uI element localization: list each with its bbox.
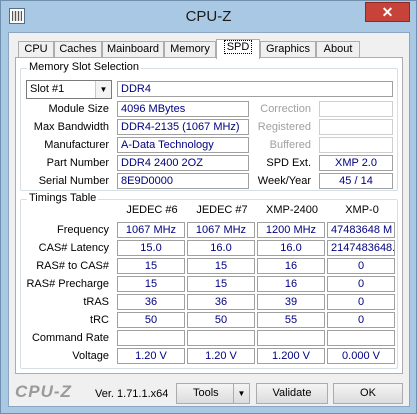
timings-column-header: XMP-2400 (266, 204, 318, 216)
tab-spd-label: SPD (223, 40, 253, 54)
cpu-z-window: CPU-Z ✕ CPU Caches Mainboard Memory SPD … (0, 0, 417, 414)
manufacturer-value: A-Data Technology (117, 137, 249, 153)
tab-about[interactable]: About (316, 41, 360, 58)
registered-label: Registered (257, 121, 311, 133)
timing-row-label: CAS# Latency (38, 242, 109, 254)
timing-cell: 16.0 (187, 240, 255, 256)
memory-type-value: DDR4 (117, 81, 393, 97)
timing-cell: 16 (257, 258, 325, 274)
timing-cell: 15 (187, 276, 255, 292)
timing-cell (327, 330, 395, 346)
spd-ext-label: SPD Ext. (266, 157, 311, 169)
max-bandwidth-value: DDR4-2135 (1067 MHz) (117, 119, 249, 135)
part-number-value: DDR4 2400 2OZ (117, 155, 249, 171)
max-bandwidth-label: Max Bandwidth (33, 121, 109, 133)
spd-panel: Memory Slot Selection Slot #1 ▼ DDR4 Mod… (15, 57, 403, 374)
timing-cell: 39 (257, 294, 325, 310)
module-size-value: 4096 MBytes (117, 101, 249, 117)
memory-slot-group-title: Memory Slot Selection (27, 61, 142, 73)
part-number-label: Part Number (46, 157, 109, 169)
timings-group: Timings Table JEDEC #6 JEDEC #7 XMP-2400 XM… (20, 192, 398, 369)
registered-value (319, 119, 393, 135)
validate-button[interactable]: Validate (256, 383, 328, 404)
correction-value (319, 101, 393, 117)
timing-row-label: RAS# Precharge (26, 278, 109, 290)
timing-cell: 0 (327, 258, 395, 274)
week-year-value: 45 / 14 (319, 173, 393, 189)
timing-cell: 50 (117, 312, 185, 328)
client-area: CPU Caches Mainboard Memory SPD Graphics… (8, 32, 410, 407)
close-button[interactable]: ✕ (365, 2, 410, 22)
serial-number-label: Serial Number (38, 175, 109, 187)
timing-cell: 15.0 (117, 240, 185, 256)
buffered-value (319, 137, 393, 153)
timing-cell: 16.0 (257, 240, 325, 256)
tab-graphics[interactable]: Graphics (260, 41, 316, 58)
timing-cell: 0 (327, 294, 395, 310)
timing-row-label: Command Rate (31, 332, 109, 344)
timing-row-label: tRAS (83, 296, 109, 308)
timing-cell: 1067 MHz (117, 222, 185, 238)
timing-cell: 47483648 M (327, 222, 395, 238)
timing-cell (117, 330, 185, 346)
slot-select[interactable]: Slot #1 ▼ (26, 80, 112, 99)
tab-cpu[interactable]: CPU (18, 41, 54, 58)
timing-cell (187, 330, 255, 346)
timings-column-header: XMP-0 (345, 204, 379, 216)
slot-select-value: Slot #1 (30, 83, 65, 95)
ok-button[interactable]: OK (333, 383, 403, 404)
timings-column-header: JEDEC #6 (126, 204, 178, 216)
timings-group-title: Timings Table (27, 192, 99, 204)
tab-memory[interactable]: Memory (164, 41, 216, 58)
timing-cell: 15 (117, 276, 185, 292)
timing-cell: 0.000 V (327, 348, 395, 364)
timing-cell: 16 (257, 276, 325, 292)
serial-number-value: 8E9D0000 (117, 173, 249, 189)
tab-caches[interactable]: Caches (54, 41, 102, 58)
timing-cell: 1.20 V (187, 348, 255, 364)
timing-cell: 36 (187, 294, 255, 310)
timing-cell: 1067 MHz (187, 222, 255, 238)
tab-spd[interactable]: SPD (216, 39, 260, 59)
footer-bar: CPU-Z Ver. 1.71.1.x64 Tools ▼ Validate O… (9, 382, 409, 404)
timings-column-header: JEDEC #7 (196, 204, 248, 216)
timing-cell: 1200 MHz (257, 222, 325, 238)
spd-ext-value: XMP 2.0 (319, 155, 393, 171)
window-title: CPU-Z (185, 8, 232, 25)
timing-cell: 1.200 V (257, 348, 325, 364)
timing-row-label: Frequency (57, 224, 109, 236)
tools-button-label: Tools (193, 387, 219, 399)
timing-row-label: tRC (90, 314, 109, 326)
week-year-label: Week/Year (257, 175, 311, 187)
manufacturer-label: Manufacturer (44, 139, 109, 151)
title-bar[interactable]: CPU-Z ✕ (1, 1, 416, 32)
timing-cell: 0 (327, 276, 395, 292)
timing-row-label: RAS# to CAS# (36, 260, 109, 272)
chevron-down-icon[interactable]: ▼ (233, 384, 249, 403)
tools-button[interactable]: Tools ▼ (176, 383, 250, 404)
timing-cell: 0 (327, 312, 395, 328)
module-size-label: Module Size (48, 103, 109, 115)
version-text: Ver. 1.71.1.x64 (95, 388, 169, 400)
timing-row-label: Voltage (72, 350, 109, 362)
memory-slot-group: Memory Slot Selection Slot #1 ▼ DDR4 Mod… (20, 61, 398, 191)
correction-label: Correction (260, 103, 311, 115)
tab-mainboard[interactable]: Mainboard (102, 41, 164, 58)
timing-cell: 15 (117, 258, 185, 274)
timing-cell: 50 (187, 312, 255, 328)
timing-cell: 55 (257, 312, 325, 328)
timing-cell: 36 (117, 294, 185, 310)
timing-cell: 15 (187, 258, 255, 274)
timing-cell (257, 330, 325, 346)
cpu-z-logo: CPU-Z (15, 382, 72, 401)
buffered-label: Buffered (269, 139, 311, 151)
timing-cell: 2147483648. (327, 240, 395, 256)
timing-cell: 1.20 V (117, 348, 185, 364)
chevron-down-icon[interactable]: ▼ (95, 81, 111, 98)
